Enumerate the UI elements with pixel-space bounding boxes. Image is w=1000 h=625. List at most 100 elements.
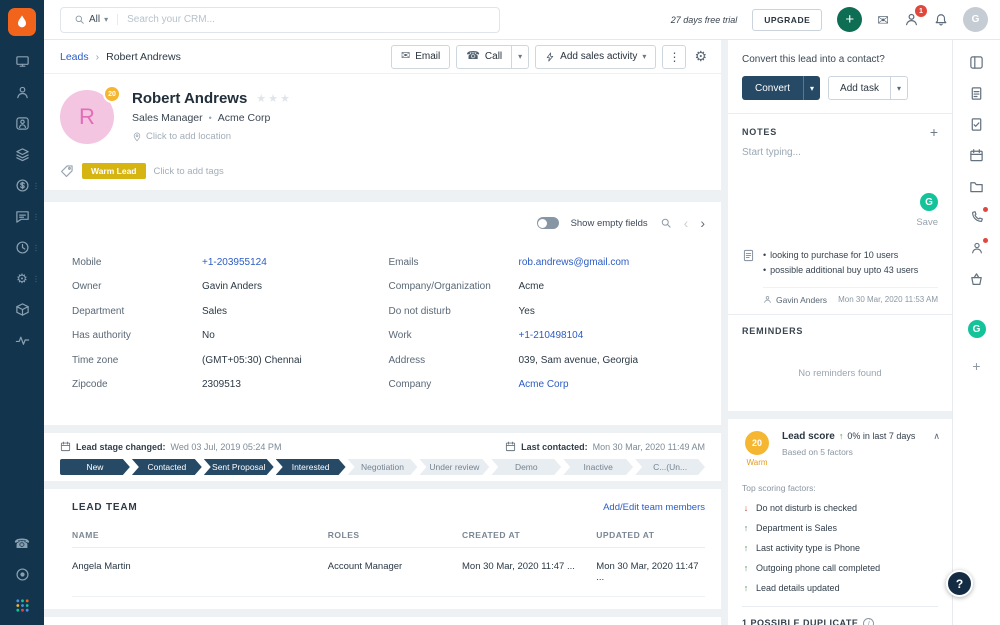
field-row: Address 039, Sam avenue, Georgia <box>388 354 639 366</box>
conversations-icon[interactable] <box>0 201 44 232</box>
stage-chip[interactable]: Negotiation <box>348 459 418 475</box>
lead-alerts-icon[interactable]: 1 <box>904 5 927 27</box>
add-note-icon[interactable]: + <box>930 125 938 139</box>
freshworks-logo[interactable] <box>8 8 36 36</box>
dashboard-icon[interactable] <box>0 46 44 77</box>
note-item[interactable]: • looking to purchase for 10 users • possi… <box>728 238 952 314</box>
mobile-value[interactable]: +1-203955124 <box>202 257 267 268</box>
calendar-icon[interactable] <box>969 147 985 163</box>
next-chevron-icon[interactable]: › <box>700 216 705 230</box>
factors-title: Top scoring factors: <box>742 482 816 493</box>
files-icon[interactable] <box>969 178 985 194</box>
call-dropdown-button[interactable]: ▾ <box>512 44 530 69</box>
search-scope-dropdown[interactable]: All ▾ <box>69 14 119 25</box>
marketplace-icon[interactable] <box>969 271 985 287</box>
table-row[interactable]: Angela Martin Account Manager Mon 30 Mar… <box>72 548 705 597</box>
info-icon[interactable]: i <box>863 617 875 625</box>
accounts-icon[interactable] <box>0 139 44 170</box>
deals-icon[interactable] <box>0 170 44 201</box>
add-tags-placeholder[interactable]: Click to add tags <box>154 166 224 177</box>
section-gap <box>44 190 721 202</box>
search-fields-icon[interactable] <box>660 217 672 229</box>
lead-stage-changed: Lead stage changed: Wed 03 Jul, 2019 05:… <box>60 441 281 452</box>
add-sales-activity-button[interactable]: Add sales activity ▾ <box>535 44 657 69</box>
stage-chip[interactable]: Interested <box>276 459 346 475</box>
document-icon[interactable] <box>969 85 985 101</box>
emails-value[interactable]: rob.andrews@gmail.com <box>519 257 630 268</box>
record-toolbar: Leads › Robert Andrews ✉ Email ☎ Call ▾ <box>44 40 721 74</box>
analytics-icon[interactable] <box>0 325 44 356</box>
upgrade-button[interactable]: UPGRADE <box>752 8 823 31</box>
add-widget-icon[interactable]: + <box>972 359 980 373</box>
contacts-icon[interactable] <box>0 77 44 108</box>
show-empty-fields-toggle[interactable] <box>536 217 559 229</box>
stage-chip[interactable]: Inactive <box>563 459 633 475</box>
bullet-icon: • <box>763 264 767 275</box>
bullet-icon: • <box>763 250 767 260</box>
main-content: Leads › Robert Andrews ✉ Email ☎ Call ▾ <box>44 40 721 625</box>
lead-score-value: 20 <box>745 430 769 455</box>
note-editor[interactable]: Start typing... G <box>742 147 938 211</box>
leads-icon[interactable] <box>0 108 44 139</box>
stage-pipeline: New Contacted Sent Proposal Interested N… <box>60 459 705 475</box>
breadcrumb-leads-link[interactable]: Leads <box>60 51 89 63</box>
add-task-dropdown-button[interactable]: ▾ <box>890 76 908 100</box>
team-member-name[interactable]: Angela Martin <box>72 561 328 583</box>
grammarly-icon[interactable]: G <box>920 193 938 211</box>
convert-split-button: Convert ▾ <box>742 76 821 100</box>
global-search[interactable]: All ▾ <box>60 6 500 33</box>
page-settings-icon[interactable]: ⚙ <box>692 48 709 65</box>
work-phone-value[interactable]: +1-210498104 <box>519 330 584 341</box>
stage-chip[interactable]: Contacted <box>132 459 202 475</box>
location-pin-icon <box>133 132 141 141</box>
stage-chip[interactable]: C...(Un... <box>635 459 705 475</box>
collapse-panel-icon[interactable] <box>969 54 985 70</box>
app-switcher-icon[interactable] <box>0 590 44 621</box>
stage-chip[interactable]: Sent Proposal <box>204 459 274 475</box>
add-edit-team-link[interactable]: Add/Edit team members <box>603 502 705 513</box>
convert-dropdown-button[interactable]: ▾ <box>803 76 821 100</box>
next-card-edge <box>44 617 721 625</box>
save-note-button[interactable]: Save <box>916 217 938 228</box>
fields-right-column: Emails rob.andrews@gmail.com Company/Orga… <box>389 250 706 397</box>
email-icon[interactable]: ✉ <box>877 13 889 27</box>
cti-phone-icon[interactable] <box>969 207 988 225</box>
add-task-button[interactable]: Add task <box>828 76 891 100</box>
user-avatar[interactable]: G <box>963 7 988 32</box>
lead-job-title: Sales Manager <box>132 112 203 124</box>
lead-score-subtitle: Based on 5 factors <box>782 446 853 457</box>
grammarly-icon[interactable]: G <box>967 320 986 338</box>
bell-icon[interactable] <box>934 13 948 27</box>
company-link[interactable]: Acme Corp <box>519 379 569 390</box>
email-button[interactable]: ✉ Email <box>390 44 451 69</box>
tasks-icon[interactable] <box>969 116 985 132</box>
search-icon <box>75 15 84 24</box>
rating-stars-icon[interactable]: ★★★ <box>256 92 292 105</box>
phone-icon[interactable]: ☎ <box>0 528 44 559</box>
help-button[interactable]: ? <box>946 570 973 597</box>
stage-chip[interactable]: Demo <box>491 459 561 475</box>
quick-add-button[interactable]: + <box>837 7 863 32</box>
products-icon[interactable] <box>0 294 44 325</box>
lead-team-card: LEAD TEAM Add/Edit team members NAME ROL… <box>44 489 721 609</box>
settings-icon[interactable]: ⚙ <box>0 263 44 294</box>
arrow-up-icon: ↑ <box>743 542 749 553</box>
stage-chip[interactable]: Under review <box>419 459 489 475</box>
collapse-chevron-icon[interactable]: ∧ <box>933 431 940 442</box>
more-options-button[interactable]: ⋮ <box>662 44 687 69</box>
freshcaller-icon[interactable] <box>0 559 44 590</box>
search-input[interactable] <box>127 14 491 25</box>
contact-sync-icon[interactable] <box>969 238 988 256</box>
field-row: Owner Gavin Anders <box>72 281 263 293</box>
add-location-placeholder[interactable]: Click to add location <box>132 131 292 142</box>
convert-button[interactable]: Convert <box>742 76 804 100</box>
stage-chip[interactable]: New <box>60 459 130 475</box>
lead-tag-chip[interactable]: Warm Lead <box>82 163 146 179</box>
call-button[interactable]: ☎ Call <box>456 44 513 69</box>
email-icon: ✉ <box>400 50 411 62</box>
prev-chevron-icon[interactable]: ‹ <box>684 216 689 230</box>
field-row: Department Sales <box>72 305 228 317</box>
trial-text: 27 days free trial <box>670 14 738 25</box>
activities-icon[interactable] <box>0 232 44 263</box>
notification-badge: 1 <box>915 5 927 17</box>
